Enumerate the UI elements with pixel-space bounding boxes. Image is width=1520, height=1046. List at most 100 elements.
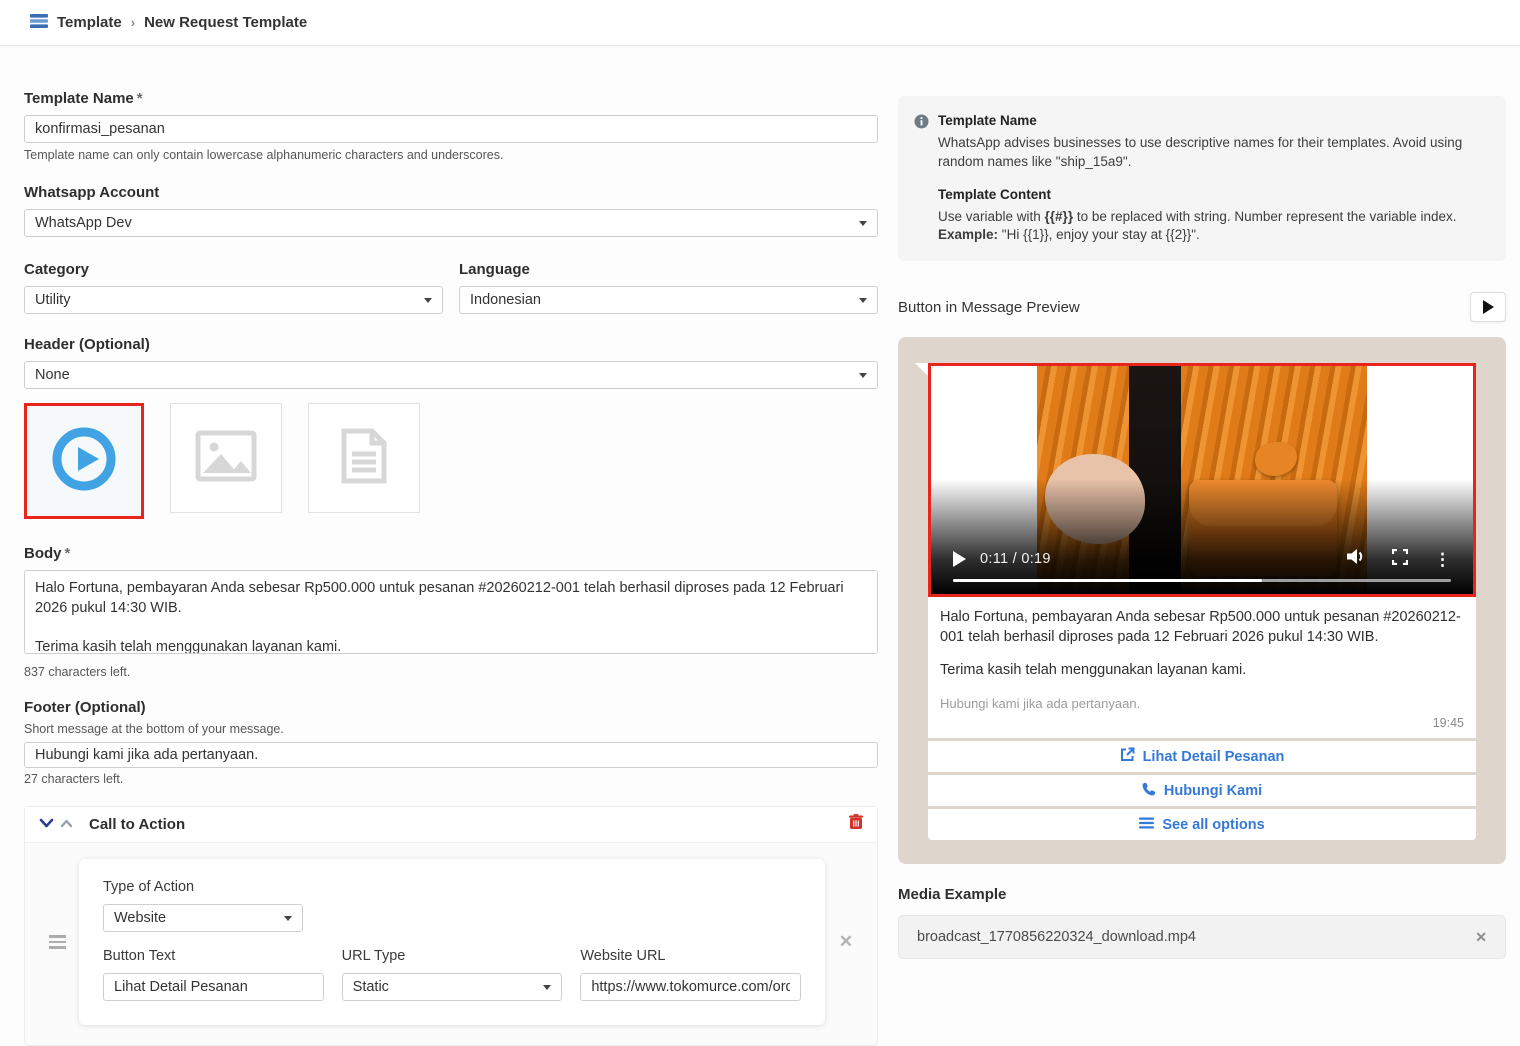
info-template-content-text: Use variable with {{#}} to be replaced w… (938, 208, 1488, 227)
preview-title: Button in Message Preview (898, 299, 1080, 316)
media-type-video-button[interactable] (24, 403, 144, 519)
media-example-title: Media Example (898, 886, 1506, 903)
info-panel: Template Name WhatsApp advises businesse… (898, 96, 1506, 261)
info-template-name-title: Template Name (938, 112, 1488, 131)
language-label: Language (459, 261, 878, 278)
video-controls-shade (931, 479, 1473, 594)
category-select[interactable]: Utility (24, 286, 443, 314)
body-chars-left: 837 characters left. (24, 665, 878, 679)
call-to-action-title: Call to Action (89, 816, 185, 833)
external-link-icon (1120, 747, 1135, 766)
preview-column: Template Name WhatsApp advises businesse… (898, 96, 1506, 959)
info-template-name-text: WhatsApp advises businesses to use descr… (938, 134, 1488, 172)
button-text-input[interactable] (103, 973, 324, 1001)
header-select[interactable]: None (24, 361, 878, 389)
footer-input[interactable] (24, 742, 878, 768)
delete-trash-icon[interactable] (849, 814, 863, 835)
preview-button-label: See all options (1162, 817, 1264, 833)
type-of-action-select[interactable]: Website (103, 904, 303, 932)
body-label: Body* (24, 545, 878, 562)
info-template-content-title: Template Content (938, 186, 1488, 205)
info-icon (914, 114, 930, 245)
message-paragraph: Halo Fortuna, pembayaran Anda sebesar Rp… (940, 608, 1464, 647)
footer-chars-left: 27 characters left. (24, 772, 878, 786)
url-type-value: Static (353, 979, 389, 995)
remove-media-icon[interactable]: ✕ (1475, 929, 1487, 946)
body-textarea[interactable]: Halo Fortuna, pembayaran Anda sebesar Rp… (24, 570, 878, 654)
action-card: Type of Action Website Button Text URL T… (79, 859, 825, 1025)
play-icon (1483, 300, 1494, 314)
chevron-down-icon (859, 373, 867, 378)
header-value: None (35, 367, 70, 383)
preview-play-button[interactable] (1470, 292, 1506, 322)
preview-button-label: Lihat Detail Pesanan (1143, 749, 1285, 765)
template-name-helper: Template name can only contain lowercase… (24, 148, 878, 162)
preview-button-lihat-detail[interactable]: Lihat Detail Pesanan (928, 738, 1476, 772)
header-media-type-row (24, 403, 878, 519)
volume-icon[interactable] (1347, 548, 1366, 570)
type-of-action-value: Website (114, 910, 166, 926)
website-url-input[interactable] (580, 973, 801, 1001)
page-title: New Request Template (144, 14, 307, 31)
video-progress-fill (953, 579, 1262, 583)
footer-helper: Short message at the bottom of your mess… (24, 722, 878, 736)
language-select[interactable]: Indonesian (459, 286, 878, 314)
message-paragraph: Terima kasih telah menggunakan layanan k… (940, 661, 1464, 681)
media-example-chip: broadcast_1770856220324_download.mp4 ✕ (898, 915, 1506, 959)
breadcrumb: Template › New Request Template (30, 13, 307, 33)
video-preview-player[interactable]: 0:11 / 0:19 ⋮ (928, 363, 1476, 597)
chevron-down-icon (859, 221, 867, 226)
language-value: Indonesian (470, 292, 541, 308)
list-icon (1139, 817, 1154, 833)
url-type-select[interactable]: Static (342, 973, 563, 1001)
video-time: 0:11 / 0:19 (980, 551, 1051, 567)
chevron-up-icon[interactable] (60, 816, 73, 834)
type-of-action-label: Type of Action (103, 879, 801, 895)
chevron-down-icon (543, 985, 551, 990)
footer-label: Footer (Optional) (24, 699, 878, 716)
website-url-label: Website URL (580, 948, 801, 964)
video-progress-bar[interactable] (953, 579, 1451, 583)
call-to-action-header: Call to Action (25, 807, 877, 843)
chevron-down-icon (859, 298, 867, 303)
template-list-icon (30, 13, 48, 33)
more-options-icon[interactable]: ⋮ (1434, 551, 1451, 568)
button-text-label: Button Text (103, 948, 324, 964)
chevron-down-icon (284, 916, 292, 921)
video-play-icon[interactable] (953, 551, 966, 567)
document-icon (340, 427, 388, 490)
whatsapp-account-value: WhatsApp Dev (35, 215, 132, 231)
image-icon (195, 430, 257, 487)
info-example-text: Example: "Hi {{1}}, enjoy your stay at {… (938, 226, 1488, 245)
message-footer: Hubungi kami jika ada pertanyaan. (940, 695, 1464, 713)
drag-handle-icon[interactable] (45, 935, 69, 949)
media-example-filename: broadcast_1770856220324_download.mp4 (917, 929, 1475, 945)
template-name-input[interactable] (24, 115, 878, 143)
template-form: Template Name* Template name can only co… (24, 90, 878, 1046)
header-label: Header (Optional) (24, 336, 878, 353)
video-play-icon (51, 426, 117, 497)
url-type-label: URL Type (342, 948, 563, 964)
required-asterisk: * (65, 545, 71, 562)
phone-icon (1142, 782, 1156, 800)
remove-action-icon[interactable]: ✕ (831, 932, 861, 952)
call-to-action-body: Type of Action Website Button Text URL T… (25, 843, 877, 1045)
top-bar: Template › New Request Template (0, 0, 1520, 46)
preview-button-label: Hubungi Kami (1164, 783, 1262, 799)
whatsapp-account-label: Whatsapp Account (24, 184, 878, 201)
required-asterisk: * (137, 90, 143, 107)
breadcrumb-separator: › (131, 15, 135, 30)
message-bubble: Halo Fortuna, pembayaran Anda sebesar Rp… (928, 597, 1476, 738)
message-preview-panel: 0:11 / 0:19 ⋮ Halo Fortuna, pemb (898, 337, 1506, 864)
preview-button-hubungi-kami[interactable]: Hubungi Kami (928, 772, 1476, 806)
category-value: Utility (35, 292, 70, 308)
media-type-document-button[interactable] (308, 403, 420, 513)
chevron-down-icon[interactable] (39, 816, 54, 834)
template-name-label: Template Name* (24, 90, 878, 107)
fullscreen-icon[interactable] (1392, 549, 1408, 570)
preview-button-see-all-options[interactable]: See all options (928, 806, 1476, 840)
media-type-image-button[interactable] (170, 403, 282, 513)
whatsapp-account-select[interactable]: WhatsApp Dev (24, 209, 878, 237)
chevron-down-icon (424, 298, 432, 303)
breadcrumb-section[interactable]: Template (57, 14, 122, 31)
